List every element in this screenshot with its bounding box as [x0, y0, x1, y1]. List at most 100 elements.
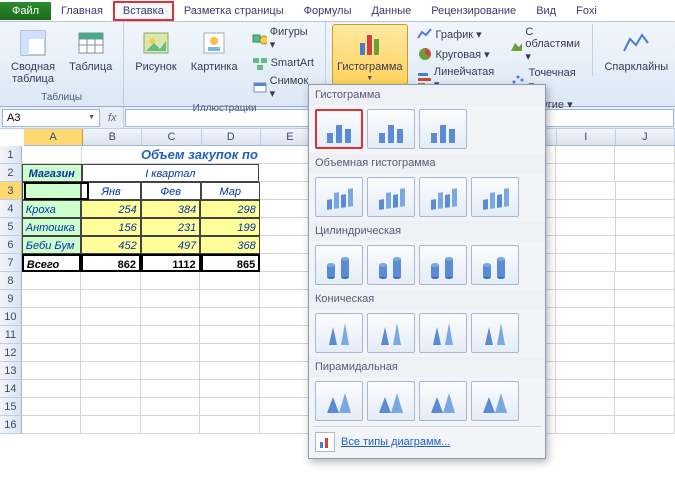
- cell[interactable]: [556, 308, 616, 326]
- cell[interactable]: [556, 362, 616, 380]
- cell[interactable]: [556, 398, 616, 416]
- picture-button[interactable]: Рисунок: [130, 24, 182, 76]
- cell[interactable]: [22, 290, 82, 308]
- cell[interactable]: [615, 326, 675, 344]
- cell[interactable]: [556, 200, 615, 218]
- cell[interactable]: 865: [201, 254, 261, 272]
- col-header[interactable]: I: [557, 129, 616, 145]
- tab-data[interactable]: Данные: [361, 2, 421, 20]
- cell[interactable]: [22, 272, 82, 290]
- cell[interactable]: [200, 416, 260, 434]
- cell[interactable]: [81, 362, 141, 380]
- tab-home[interactable]: Главная: [51, 2, 113, 20]
- chart-line-button[interactable]: График ▾: [412, 24, 501, 44]
- chart-type-option[interactable]: [419, 177, 467, 217]
- row-header[interactable]: 3: [0, 182, 22, 200]
- cell[interactable]: 384: [141, 200, 201, 218]
- name-box[interactable]: A3▼: [2, 109, 100, 127]
- tab-file[interactable]: Файл: [0, 2, 51, 20]
- cell[interactable]: [200, 272, 260, 290]
- row-header[interactable]: 6: [0, 236, 22, 254]
- cell[interactable]: [556, 290, 616, 308]
- cell[interactable]: [81, 398, 141, 416]
- cell[interactable]: [22, 326, 82, 344]
- cell[interactable]: [141, 326, 201, 344]
- chart-type-option[interactable]: [419, 313, 467, 353]
- chart-type-option[interactable]: [315, 177, 363, 217]
- cell[interactable]: [200, 344, 260, 362]
- tab-formulas[interactable]: Формулы: [294, 2, 362, 20]
- col-header[interactable]: J: [616, 129, 675, 145]
- table-button[interactable]: Таблица: [64, 24, 117, 76]
- cell[interactable]: [141, 398, 201, 416]
- cell[interactable]: [141, 308, 201, 326]
- cell[interactable]: Антошка: [22, 218, 82, 236]
- cell[interactable]: [81, 344, 141, 362]
- chart-type-option[interactable]: [419, 245, 467, 285]
- cell[interactable]: [556, 164, 616, 182]
- cell[interactable]: [556, 344, 616, 362]
- cell[interactable]: 497: [141, 236, 201, 254]
- cell[interactable]: [615, 362, 675, 380]
- cell[interactable]: [81, 308, 141, 326]
- tab-pagelayout[interactable]: Разметка страницы: [174, 2, 294, 20]
- row-header[interactable]: 1: [0, 146, 22, 164]
- chart-type-option[interactable]: [367, 177, 415, 217]
- cell[interactable]: [200, 308, 260, 326]
- cell[interactable]: [22, 416, 82, 434]
- cell[interactable]: [22, 398, 82, 416]
- cell[interactable]: [615, 416, 675, 434]
- row-header[interactable]: 12: [0, 344, 22, 362]
- chart-type-option[interactable]: [315, 109, 363, 149]
- cell[interactable]: [22, 182, 82, 200]
- chart-type-option[interactable]: [471, 313, 519, 353]
- fx-button[interactable]: fx: [102, 107, 124, 128]
- chart-type-option[interactable]: [471, 245, 519, 285]
- cell[interactable]: [615, 290, 675, 308]
- row-header[interactable]: 13: [0, 362, 22, 380]
- cell[interactable]: I квартал: [82, 164, 260, 182]
- cell[interactable]: 231: [141, 218, 201, 236]
- chart-type-option[interactable]: [315, 381, 363, 421]
- col-header[interactable]: C: [142, 129, 201, 145]
- tab-insert[interactable]: Вставка: [113, 1, 174, 21]
- chart-type-option[interactable]: [471, 381, 519, 421]
- clipart-button[interactable]: Картинка: [186, 24, 243, 76]
- cell[interactable]: [556, 416, 616, 434]
- cell[interactable]: [22, 308, 82, 326]
- row-header[interactable]: 2: [0, 164, 22, 182]
- cell[interactable]: Фев: [141, 182, 201, 200]
- cell[interactable]: 368: [200, 236, 260, 254]
- cell[interactable]: [556, 182, 615, 200]
- cell[interactable]: [615, 146, 675, 164]
- cell[interactable]: [615, 380, 675, 398]
- cell[interactable]: [141, 362, 201, 380]
- cell[interactable]: [200, 326, 260, 344]
- cell[interactable]: 156: [81, 218, 141, 236]
- chart-type-option[interactable]: [367, 109, 415, 149]
- cell[interactable]: [200, 380, 260, 398]
- cell[interactable]: [616, 200, 675, 218]
- cell[interactable]: Всего: [22, 254, 82, 272]
- cell[interactable]: [22, 362, 82, 380]
- row-header[interactable]: 4: [0, 200, 22, 218]
- cell[interactable]: [556, 380, 616, 398]
- cell[interactable]: [556, 326, 616, 344]
- cell[interactable]: [615, 164, 675, 182]
- chart-area-button[interactable]: С областями ▾: [505, 24, 589, 65]
- row-header[interactable]: 10: [0, 308, 22, 326]
- cell[interactable]: [556, 146, 616, 164]
- cell[interactable]: [141, 344, 201, 362]
- cell[interactable]: [556, 254, 615, 272]
- row-header[interactable]: 16: [0, 416, 22, 434]
- cell[interactable]: Кроха: [22, 200, 82, 218]
- cell[interactable]: [615, 398, 675, 416]
- cell[interactable]: [81, 326, 141, 344]
- cell[interactable]: [200, 290, 260, 308]
- cell[interactable]: Магазин: [22, 164, 82, 182]
- col-header[interactable]: D: [202, 129, 261, 145]
- cell[interactable]: Янв: [81, 182, 141, 200]
- chart-type-option[interactable]: [419, 381, 467, 421]
- cell[interactable]: [81, 272, 141, 290]
- cell[interactable]: [200, 362, 260, 380]
